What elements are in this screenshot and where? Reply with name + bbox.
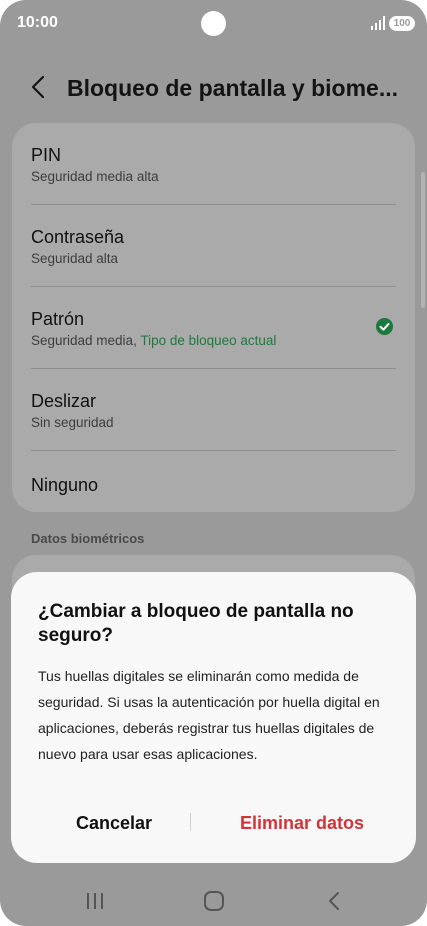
status-time: 10:00 [17, 14, 58, 31]
app-header: Bloqueo de pantalla y biome... [0, 62, 427, 112]
lock-option-description: Seguridad media alta [31, 169, 159, 184]
battery-level: 100 [393, 18, 411, 29]
biometrics-section-label: Datos biométricos [31, 531, 145, 546]
navigation-bar [0, 875, 427, 926]
checkmark-icon [376, 318, 393, 335]
signal-icon [371, 16, 385, 30]
dialog-title: ¿Cambiar a bloqueo de pantalla no seguro… [38, 601, 354, 646]
lock-options-list: PIN Seguridad media alta Contraseña Segu… [12, 123, 415, 512]
lock-option-name: Deslizar [31, 391, 97, 411]
lock-option-password[interactable]: Contraseña Seguridad alta [12, 205, 415, 287]
lock-option-name: Contraseña [31, 227, 125, 247]
chevron-left-icon[interactable] [28, 74, 50, 100]
lock-option-name: Ninguno [31, 475, 99, 495]
dialog-message: Tus huellas digitales se eliminarán como… [38, 668, 380, 762]
recent-apps-icon[interactable] [82, 889, 108, 913]
camera-cutout [201, 11, 226, 36]
lock-option-name: Patrón [31, 309, 85, 329]
delete-data-button[interactable]: Eliminar datos [207, 806, 397, 840]
scroll-handle[interactable] [421, 172, 425, 308]
lock-option-pin[interactable]: PIN Seguridad media alta [12, 123, 415, 205]
lock-option-name: PIN [31, 145, 62, 165]
status-bar: 10:00 100 [0, 0, 427, 48]
lock-option-description: Sin seguridad [31, 415, 114, 430]
security-level-text: Seguridad media, [31, 333, 141, 348]
current-lock-label: Tipo de bloqueo actual [140, 333, 277, 348]
lock-option-none[interactable]: Ninguno [12, 451, 415, 533]
cancel-button[interactable]: Cancelar [31, 806, 197, 840]
button-divider [190, 813, 191, 831]
lock-option-description: Seguridad media, Tipo de bloqueo actual [31, 333, 276, 348]
lock-option-swipe[interactable]: Deslizar Sin seguridad [12, 369, 415, 451]
home-icon[interactable] [201, 889, 227, 913]
back-icon[interactable] [321, 889, 347, 913]
confirm-dialog: ¿Cambiar a bloqueo de pantalla no seguro… [11, 572, 416, 863]
battery-icon: 100 [389, 16, 415, 31]
lock-option-description: Seguridad alta [31, 251, 119, 266]
phone-screen: 10:00 100 Bloqueo de pantalla y biome...… [0, 0, 427, 926]
page-title: Bloqueo de pantalla y biome... [67, 75, 398, 101]
lock-option-pattern[interactable]: Patrón Seguridad media, Tipo de bloqueo … [12, 287, 415, 369]
